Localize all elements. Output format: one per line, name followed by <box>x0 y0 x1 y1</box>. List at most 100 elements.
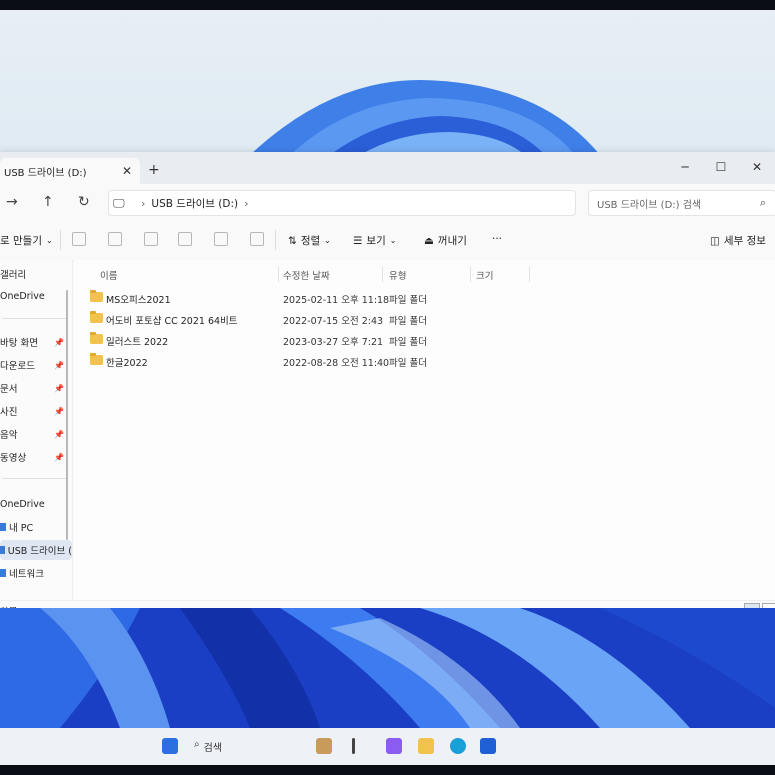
chevron-right-icon: › <box>244 196 249 210</box>
breadcrumb-usb-drive[interactable]: USB 드라이브 (D:) <box>151 196 238 211</box>
sort-button[interactable]: ⇅ 정렬 ⌄ <box>288 233 331 248</box>
start-icon[interactable] <box>162 738 178 754</box>
delete-icon[interactable] <box>250 232 264 246</box>
sidebar-item-label: 갤러리 <box>0 270 27 281</box>
eject-button[interactable]: ⏏ 꺼내기 <box>424 233 467 248</box>
navigation-bar: → ↑ ↻ 🖵 › USB 드라이브 (D:) › USB 드라이브 (D:) … <box>0 184 775 221</box>
file-name: MS오피스2021 <box>106 295 171 306</box>
new-tab-button[interactable]: + <box>148 162 160 178</box>
wallpaper-upper <box>250 80 600 155</box>
column-separator[interactable] <box>529 266 530 282</box>
sidebar-item-this-pc[interactable]: 내 PC <box>0 517 72 537</box>
cut-icon[interactable] <box>72 232 86 246</box>
navigation-pane: 갤러리 OneDrive 바탕 화면 📌 다운로드 📌 문서 📌 사진 📌 음악 📌 <box>0 260 73 600</box>
sidebar-item-gallery[interactable]: 갤러리 <box>0 264 72 284</box>
sort-icon: ⇅ <box>288 234 297 247</box>
folder-icon <box>90 290 103 302</box>
store-icon[interactable] <box>480 738 496 754</box>
share-icon[interactable] <box>214 232 228 246</box>
copilot-icon[interactable] <box>386 738 402 754</box>
toolbar-divider <box>275 230 276 250</box>
folder-icon <box>90 353 103 365</box>
paste-icon[interactable] <box>144 232 158 246</box>
sidebar-item-label: OneDrive <box>0 498 45 510</box>
rename-icon[interactable] <box>178 232 192 246</box>
sidebar-item-onedrive-top[interactable]: OneDrive <box>0 286 72 306</box>
sidebar-item-pictures[interactable]: 사진 📌 <box>0 401 72 421</box>
file-row[interactable]: 어도비 포토샵 CC 2021 64비트 2022-07-15 오전 2:43 … <box>74 309 775 329</box>
refresh-icon[interactable]: ↻ <box>78 194 90 210</box>
edge-icon[interactable] <box>450 738 466 754</box>
column-header-size[interactable]: 크기 <box>476 268 493 282</box>
copy-icon[interactable] <box>108 232 122 246</box>
file-name: 일러스트 2022 <box>106 337 169 348</box>
search-input[interactable]: USB 드라이브 (D:) 검색 <box>597 196 760 211</box>
taskbar-search[interactable]: ⌕ 검색 <box>194 739 222 754</box>
column-separator[interactable] <box>470 266 471 282</box>
file-type: 파일 폴더 <box>389 337 427 348</box>
more-options-button[interactable]: ··· <box>492 233 502 245</box>
widgets-icon[interactable] <box>316 738 332 754</box>
pin-icon: 📌 <box>54 383 64 393</box>
title-bar: USB 드라이브 (D:) ✕ + ─ ☐ ✕ <box>0 152 775 184</box>
sidebar-item-usb-drive[interactable]: USB 드라이브 ( <box>0 540 72 560</box>
details-pane-button[interactable]: ◫ 세부 정보 <box>710 233 766 248</box>
close-tab-icon[interactable]: ✕ <box>120 164 134 178</box>
sidebar-item-label: OneDrive <box>0 290 45 302</box>
file-explorer-window: USB 드라이브 (D:) ✕ + ─ ☐ ✕ → ↑ ↻ 🖵 › USB 드라… <box>0 152 775 620</box>
new-button[interactable]: 로 만들기 ⌄ <box>0 233 53 248</box>
file-date: 2022-08-28 오전 11:40 <box>283 358 390 369</box>
column-header-name[interactable]: 이름 <box>100 268 117 282</box>
file-row[interactable]: MS오피스2021 2025-02-11 오후 11:18 파일 폴더 <box>74 288 775 308</box>
maximize-button[interactable]: ☐ <box>703 160 739 174</box>
sidebar-divider <box>2 478 68 479</box>
pin-icon: 📌 <box>54 429 64 439</box>
sidebar-item-onedrive[interactable]: OneDrive <box>0 494 72 514</box>
sidebar-item-network[interactable]: 네트워크 <box>0 563 72 583</box>
chevron-down-icon: ⌄ <box>324 236 331 245</box>
address-bar[interactable]: 🖵 › USB 드라이브 (D:) › <box>108 190 576 216</box>
tab-usb-drive[interactable]: USB 드라이브 (D:) ✕ <box>0 158 140 184</box>
file-date: 2025-02-11 오후 11:18 <box>283 295 390 306</box>
column-separator[interactable] <box>382 266 383 282</box>
task-view-icon[interactable] <box>352 738 355 754</box>
sidebar-item-documents[interactable]: 문서 📌 <box>0 378 72 398</box>
minimize-button[interactable]: ─ <box>667 160 703 174</box>
chevron-down-icon: ⌄ <box>45 236 53 245</box>
file-row[interactable]: 일러스트 2022 2023-03-27 오후 7:21 파일 폴더 <box>74 330 775 350</box>
monitor-bezel-top <box>0 0 775 10</box>
column-header-type[interactable]: 유형 <box>389 268 406 282</box>
wallpaper-lower <box>0 608 775 728</box>
file-date: 2023-03-27 오후 7:21 <box>283 337 384 348</box>
search-box[interactable]: USB 드라이브 (D:) 검색 ⌕ <box>588 190 775 216</box>
sidebar-item-downloads[interactable]: 다운로드 📌 <box>0 355 72 375</box>
sidebar-item-label: 바탕 화면 <box>0 338 38 349</box>
up-icon[interactable]: ↑ <box>42 194 54 210</box>
file-row[interactable]: 한글2022 2022-08-28 오전 11:40 파일 폴더 <box>74 351 775 371</box>
close-button[interactable]: ✕ <box>739 160 775 174</box>
folder-icon <box>90 332 103 344</box>
command-bar: 로 만들기 ⌄ ⇅ 정렬 ⌄ ☰ 보기 ⌄ ⏏ 꺼내기 ··· ◫ 세부 정보 <box>0 220 775 261</box>
forward-icon[interactable]: → <box>6 194 18 210</box>
file-explorer-icon[interactable] <box>418 738 434 754</box>
view-button[interactable]: ☰ 보기 ⌄ <box>353 233 396 248</box>
chevron-down-icon: ⌄ <box>389 236 397 245</box>
new-label: 로 만들기 <box>0 235 42 247</box>
sidebar-scrollbar[interactable] <box>66 290 68 540</box>
column-header-row: 이름 수정한 날짜 유형 크기 <box>74 264 775 284</box>
network-icon <box>0 569 6 577</box>
sidebar-item-label: 네트워크 <box>9 569 44 580</box>
pin-icon: 📌 <box>54 406 64 416</box>
sidebar-item-label: 사진 <box>0 407 18 418</box>
eject-icon: ⏏ <box>424 234 434 247</box>
sidebar-item-desktop[interactable]: 바탕 화면 📌 <box>0 332 72 352</box>
sidebar-item-videos[interactable]: 동영상 📌 <box>0 447 72 467</box>
eject-label: 꺼내기 <box>437 235 467 247</box>
sidebar-item-label: 다운로드 <box>0 361 35 372</box>
sidebar-item-label: 문서 <box>0 384 18 395</box>
sidebar-item-label: 동영상 <box>0 453 27 464</box>
sidebar-item-music[interactable]: 음악 📌 <box>0 424 72 444</box>
column-separator[interactable] <box>278 266 279 282</box>
view-label: 보기 <box>366 235 386 247</box>
column-header-date[interactable]: 수정한 날짜 <box>283 268 330 282</box>
